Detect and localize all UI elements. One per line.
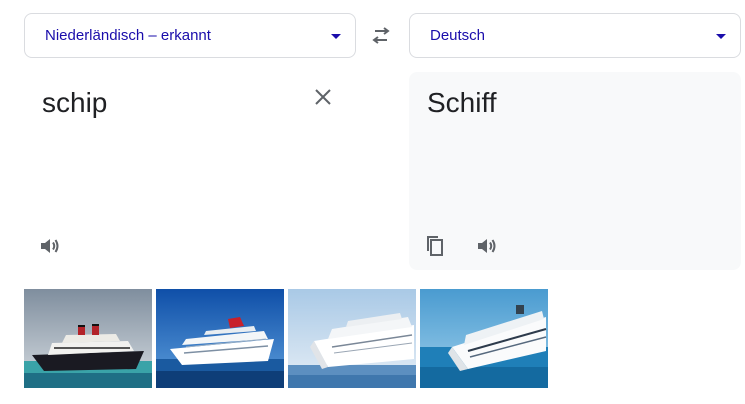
source-language-label: Niederländisch – erkannt	[45, 27, 211, 44]
ship-image-2[interactable]	[156, 289, 284, 388]
copy-icon	[427, 236, 443, 256]
target-language-label: Deutsch	[430, 27, 486, 44]
ship-image-1[interactable]	[24, 289, 152, 388]
target-text-panel: Schiff	[409, 72, 741, 270]
close-icon	[315, 89, 331, 105]
caret-down-icon	[716, 34, 726, 39]
source-text[interactable]: schip	[42, 87, 107, 119]
target-listen-button[interactable]	[473, 232, 501, 260]
target-language-select[interactable]: Deutsch	[409, 13, 741, 58]
ship-image-3[interactable]	[288, 289, 416, 388]
swap-languages-button[interactable]	[366, 24, 396, 48]
swap-languages-icon	[372, 27, 390, 44]
target-text: Schiff	[427, 87, 497, 118]
caret-down-icon	[331, 34, 341, 39]
source-language-select[interactable]: Niederländisch – erkannt	[24, 13, 356, 58]
clear-source-button[interactable]	[312, 86, 334, 108]
speaker-icon	[478, 239, 496, 253]
copy-translation-button[interactable]	[421, 232, 449, 260]
speaker-icon	[41, 239, 59, 253]
source-listen-button[interactable]	[36, 232, 64, 260]
source-text-panel[interactable]: schip	[24, 72, 356, 270]
ship-image-4[interactable]	[420, 289, 548, 388]
